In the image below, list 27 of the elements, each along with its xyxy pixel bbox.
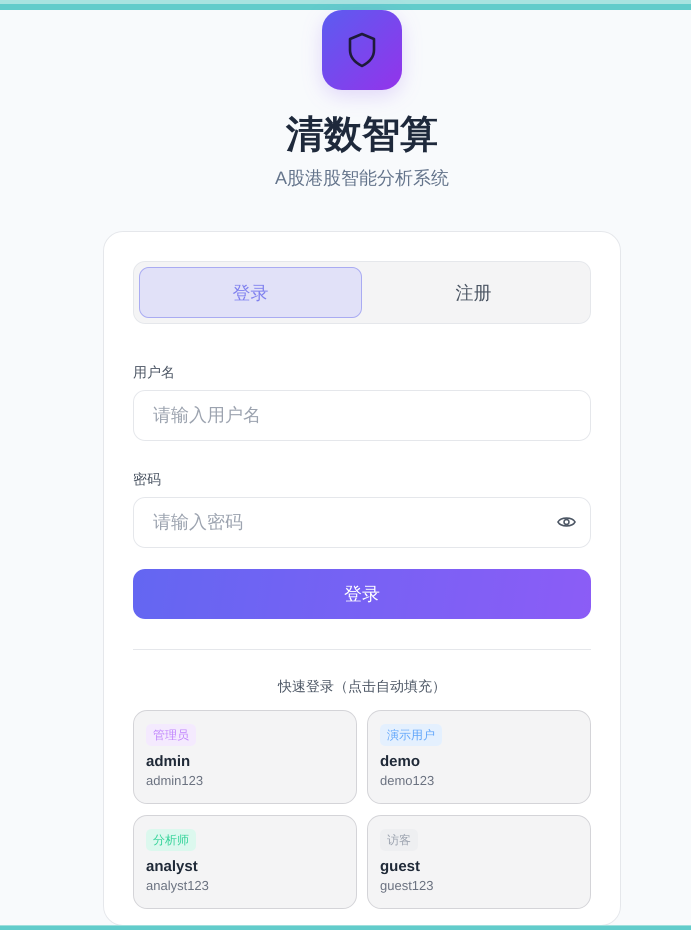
login-button[interactable]: 登录 (133, 569, 591, 619)
account-username: analyst (146, 857, 198, 877)
account-password: analyst123 (146, 877, 209, 895)
role-tag: 演示用户 (380, 724, 442, 746)
app-title: 清数智算 (286, 113, 438, 158)
account-username: admin (146, 752, 190, 772)
username-input-field[interactable]: 请输入用户名 (133, 390, 591, 441)
shield-icon (322, 10, 402, 90)
role-tag: 访客 (380, 829, 418, 851)
quick-login-card[interactable]: 管理员 admin admin123 (133, 710, 357, 804)
password-input-field[interactable]: 请输入密码 (133, 497, 591, 548)
role-tag: 管理员 (146, 724, 196, 746)
account-password: admin123 (146, 772, 204, 790)
quick-login-heading: 快速登录（点击自动填充） (276, 677, 447, 696)
quick-login-card[interactable]: 访客 guest guest123 (367, 815, 591, 909)
quick-login-card[interactable]: 演示用户 demo demo123 (367, 710, 591, 804)
field-label: 用户名 (133, 363, 176, 382)
account-password: guest123 (380, 877, 434, 895)
account-password: demo123 (380, 772, 434, 790)
account-username: demo (380, 752, 420, 772)
eye-icon[interactable] (557, 515, 576, 529)
quick-login-card[interactable]: 分析师 analyst analyst123 (133, 815, 357, 909)
field-label: 密码 (133, 470, 162, 489)
app-subtitle: A股港股智能分析系统 (274, 167, 449, 190)
tab[interactable]: 注册 (362, 267, 585, 318)
role-tag: 分析师 (146, 829, 196, 851)
account-username: guest (380, 857, 420, 877)
